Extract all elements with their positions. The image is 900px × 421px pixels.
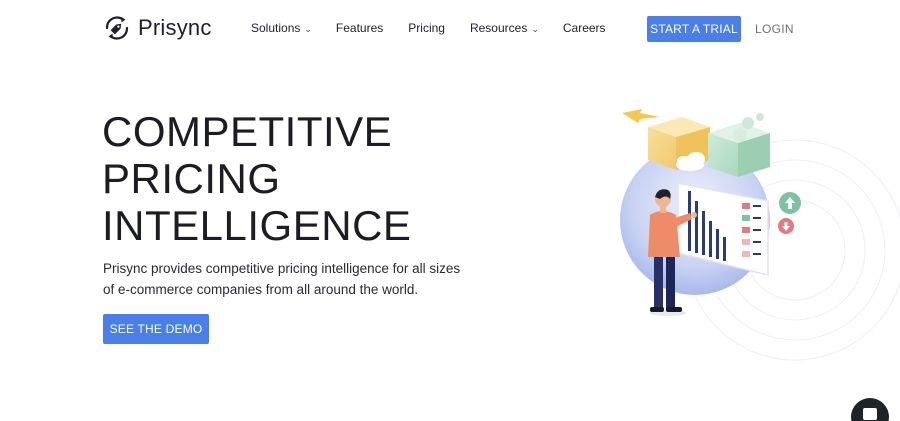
main-nav: Solutions ⌄ Features Pricing Resources ⌄… (251, 21, 606, 35)
nav-item-label: Pricing (408, 21, 445, 35)
brand-logo[interactable]: Prisync (103, 12, 212, 44)
headline-line: INTELLIGENCE (102, 202, 412, 249)
nav-item-label: Features (335, 21, 384, 35)
see-demo-button[interactable]: SEE THE DEMO (103, 314, 209, 344)
price-tag-cycle-icon (105, 16, 129, 40)
nav-item-pricing[interactable]: Pricing (408, 21, 445, 35)
nav-item-label: Careers (562, 21, 606, 35)
chat-widget-button[interactable] (851, 398, 889, 421)
headline-line: COMPETITIVE (102, 108, 393, 155)
nav-item-careers[interactable]: Careers (563, 21, 606, 35)
arrow-up-icon (779, 192, 801, 214)
hero-headline: COMPETITIVE PRICING INTELLIGENCE (102, 108, 411, 249)
nav-item-label: Resources (469, 21, 528, 35)
hero-illustration (620, 109, 900, 361)
nav-item-solutions[interactable]: Solutions ⌄ (251, 21, 312, 35)
chevron-down-icon: ⌄ (304, 23, 312, 34)
nav-item-label: Solutions (251, 21, 301, 35)
yellow-arrow (622, 109, 660, 123)
chat-bubble-icon (863, 408, 877, 420)
nav-item-resources[interactable]: Resources ⌄ (470, 21, 539, 35)
headline-line: PRICING (102, 155, 281, 202)
hero-description: Prisync provides competitive pricing int… (103, 261, 461, 297)
login-link[interactable]: LOGIN (755, 22, 794, 36)
arrow-down-icon (778, 218, 794, 234)
start-trial-button[interactable]: START A TRIAL (647, 16, 741, 42)
brand-name: Prisync (138, 15, 212, 40)
chevron-down-icon: ⌄ (531, 23, 539, 34)
nav-item-features[interactable]: Features (336, 21, 383, 35)
site-header: Prisync Solutions ⌄ Features Pricing Res… (0, 0, 900, 60)
